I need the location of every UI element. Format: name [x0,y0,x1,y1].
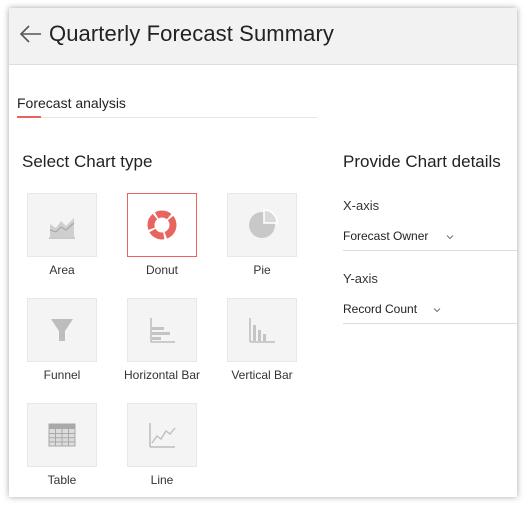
chart-type-label: Vertical Bar [231,368,293,382]
table-icon [48,423,76,447]
chart-type-vertical-bar-tile[interactable] [227,298,297,362]
x-axis-select[interactable]: Forecast Owner [343,224,517,251]
pie-chart-icon [249,209,278,238]
x-axis-label: X-axis [343,198,380,213]
page-title: Quarterly Forecast Summary [49,21,335,46]
chart-type-donut-tile[interactable] [127,193,197,257]
tab-forecast-analysis[interactable]: Forecast analysis [17,95,126,111]
back-arrow-icon[interactable] [19,23,43,45]
chart-type-label: Funnel [43,368,81,382]
chart-type-label: Line [150,473,174,487]
chart-type-label: Horizontal Bar [123,368,201,382]
funnel-chart-icon [51,319,73,341]
chart-type-line-tile[interactable] [127,403,197,467]
area-chart-icon [49,218,75,239]
y-axis-select[interactable]: Record Count [343,297,517,324]
chart-type-table-tile[interactable] [27,403,97,467]
horizontal-bar-chart-icon [150,318,175,343]
chart-type-label: Table [47,473,77,487]
y-axis-value: Record Count [343,302,418,316]
x-axis-value: Forecast Owner [343,229,429,243]
donut-chart-icon [147,210,177,240]
chart-type-label: Pie [253,263,271,277]
vertical-bar-chart-icon [249,318,275,343]
header-bar: Quarterly Forecast Summary [9,8,517,65]
chart-type-area-tile[interactable] [27,193,97,257]
chevron-down-icon [433,308,441,313]
chevron-down-icon [446,235,454,240]
dialog-window: Quarterly Forecast Summary Forecast anal… [9,8,517,497]
y-axis-label: Y-axis [343,271,378,286]
line-chart-icon [149,423,176,448]
chart-type-label: Area [49,263,75,277]
chart-type-heading: Select Chart type [22,152,153,171]
chart-type-funnel-tile[interactable] [27,298,97,362]
chart-type-label: Donut [145,263,179,277]
chart-details-heading: Provide Chart details [343,152,501,171]
tab-divider [17,117,317,118]
chart-type-pie-tile[interactable] [227,193,297,257]
chart-type-horizontal-bar-tile[interactable] [127,298,197,362]
active-tab-indicator [17,116,41,118]
